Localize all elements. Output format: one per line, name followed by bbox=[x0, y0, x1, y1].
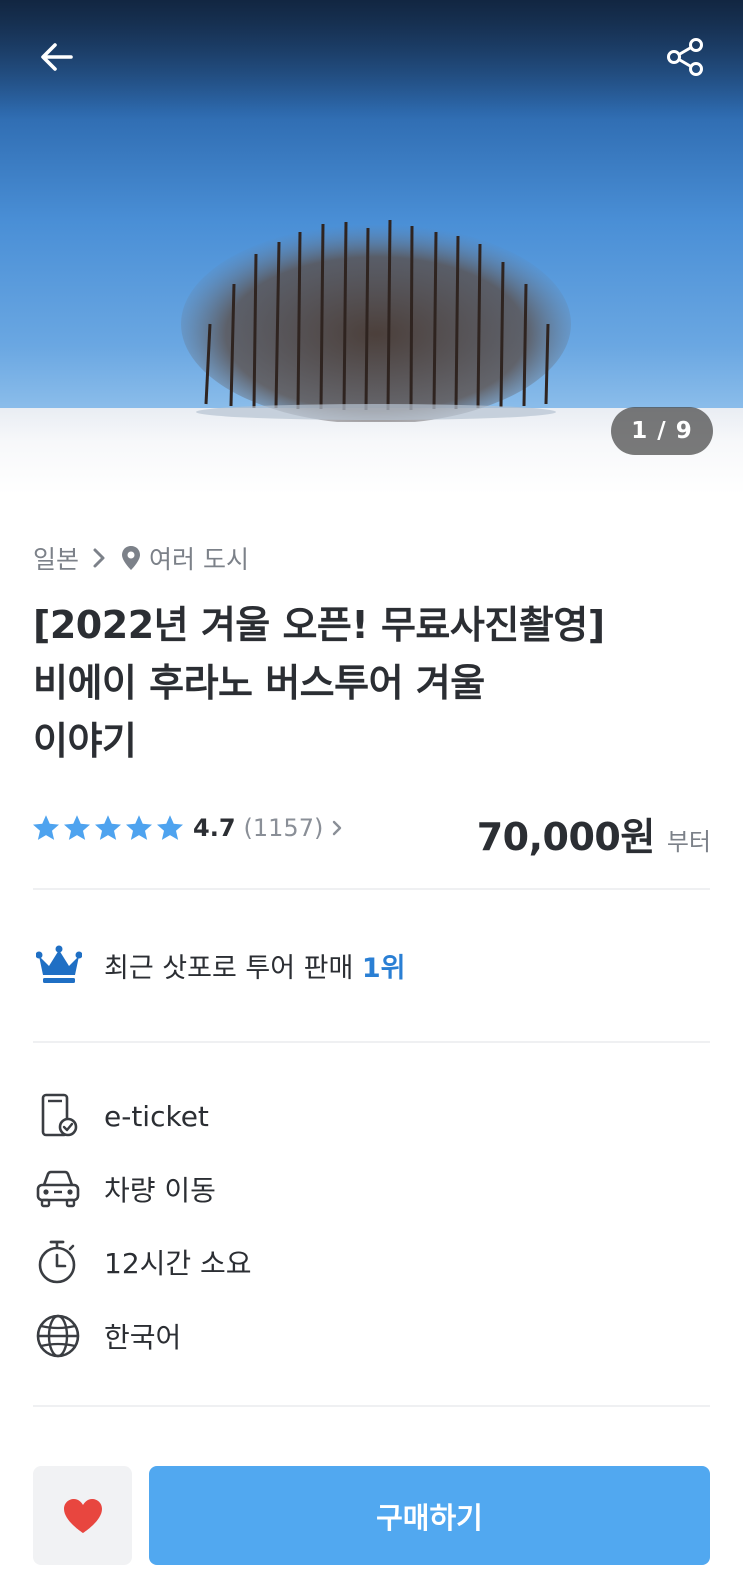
review-count: (1157) bbox=[243, 814, 324, 842]
rating-row[interactable]: 4.7 (1157) bbox=[31, 808, 343, 848]
breadcrumb: 일본 여러 도시 bbox=[33, 540, 249, 576]
star-icon bbox=[157, 815, 183, 840]
divider bbox=[33, 1405, 710, 1407]
breadcrumb-location[interactable]: 여러 도시 bbox=[149, 540, 249, 576]
rank-text: 최근 삿포로 투어 판매 1위 bbox=[104, 946, 406, 985]
back-button[interactable] bbox=[32, 32, 82, 82]
chevron-right-icon bbox=[91, 547, 107, 569]
share-button[interactable] bbox=[660, 32, 710, 82]
product-title: [2022년 겨울 오픈! 무료사진촬영] 비에이 후라노 버스투어 겨울 이야… bbox=[33, 596, 723, 770]
wishlist-button[interactable] bbox=[33, 1466, 132, 1565]
crown-icon bbox=[36, 945, 82, 983]
feature-label: 한국어 bbox=[104, 1321, 182, 1354]
buy-button[interactable]: 구매하기 bbox=[149, 1466, 710, 1565]
feature-label: e-ticket bbox=[104, 1099, 209, 1133]
globe-icon bbox=[34, 1312, 82, 1360]
star-icon bbox=[126, 815, 152, 840]
feature-language: 한국어 bbox=[34, 1311, 181, 1361]
rank-label: 최근 삿포로 투어 판매 bbox=[104, 952, 362, 984]
title-line-3: 이야기 bbox=[33, 719, 137, 763]
rating-value: 4.7 bbox=[193, 814, 236, 842]
divider bbox=[33, 1041, 710, 1043]
feature-e-ticket: e-ticket bbox=[34, 1091, 209, 1141]
star-icon bbox=[33, 815, 59, 840]
arrow-left-icon bbox=[41, 43, 73, 71]
star-icon bbox=[64, 815, 90, 840]
title-line-1: [2022년 겨울 오픈! 무료사진촬영] bbox=[33, 603, 605, 647]
hero-top-shade bbox=[0, 0, 743, 120]
chevron-right-icon bbox=[331, 819, 343, 837]
feature-duration: 12시간 소요 bbox=[34, 1237, 252, 1287]
tree-grove-image bbox=[181, 219, 571, 422]
car-icon bbox=[34, 1165, 82, 1213]
sales-rank: 최근 삿포로 투어 판매 1위 bbox=[36, 940, 406, 990]
title-line-2: 비에이 후라노 버스투어 겨울 bbox=[33, 661, 485, 705]
breadcrumb-country[interactable]: 일본 bbox=[33, 540, 79, 576]
hero-image[interactable]: 1 / 9 bbox=[0, 0, 743, 494]
price: 70,000원 bbox=[476, 815, 656, 859]
price-block: 70,000원 부터 bbox=[477, 806, 711, 861]
stopwatch-icon bbox=[34, 1238, 82, 1286]
star-rating bbox=[31, 813, 185, 843]
feature-label: 12시간 소요 bbox=[104, 1247, 252, 1280]
feature-label: 차량 이동 bbox=[104, 1174, 216, 1207]
star-icon bbox=[95, 815, 121, 840]
mobile-ticket-icon bbox=[34, 1092, 82, 1140]
share-icon bbox=[667, 38, 703, 76]
rank-highlight: 1위 bbox=[361, 952, 406, 984]
feature-transport: 차량 이동 bbox=[34, 1164, 216, 1214]
heart-icon bbox=[63, 1498, 102, 1533]
price-suffix: 부터 bbox=[666, 828, 711, 856]
location-pin-icon bbox=[121, 545, 141, 571]
image-counter: 1 / 9 bbox=[611, 407, 713, 455]
divider bbox=[33, 888, 710, 890]
